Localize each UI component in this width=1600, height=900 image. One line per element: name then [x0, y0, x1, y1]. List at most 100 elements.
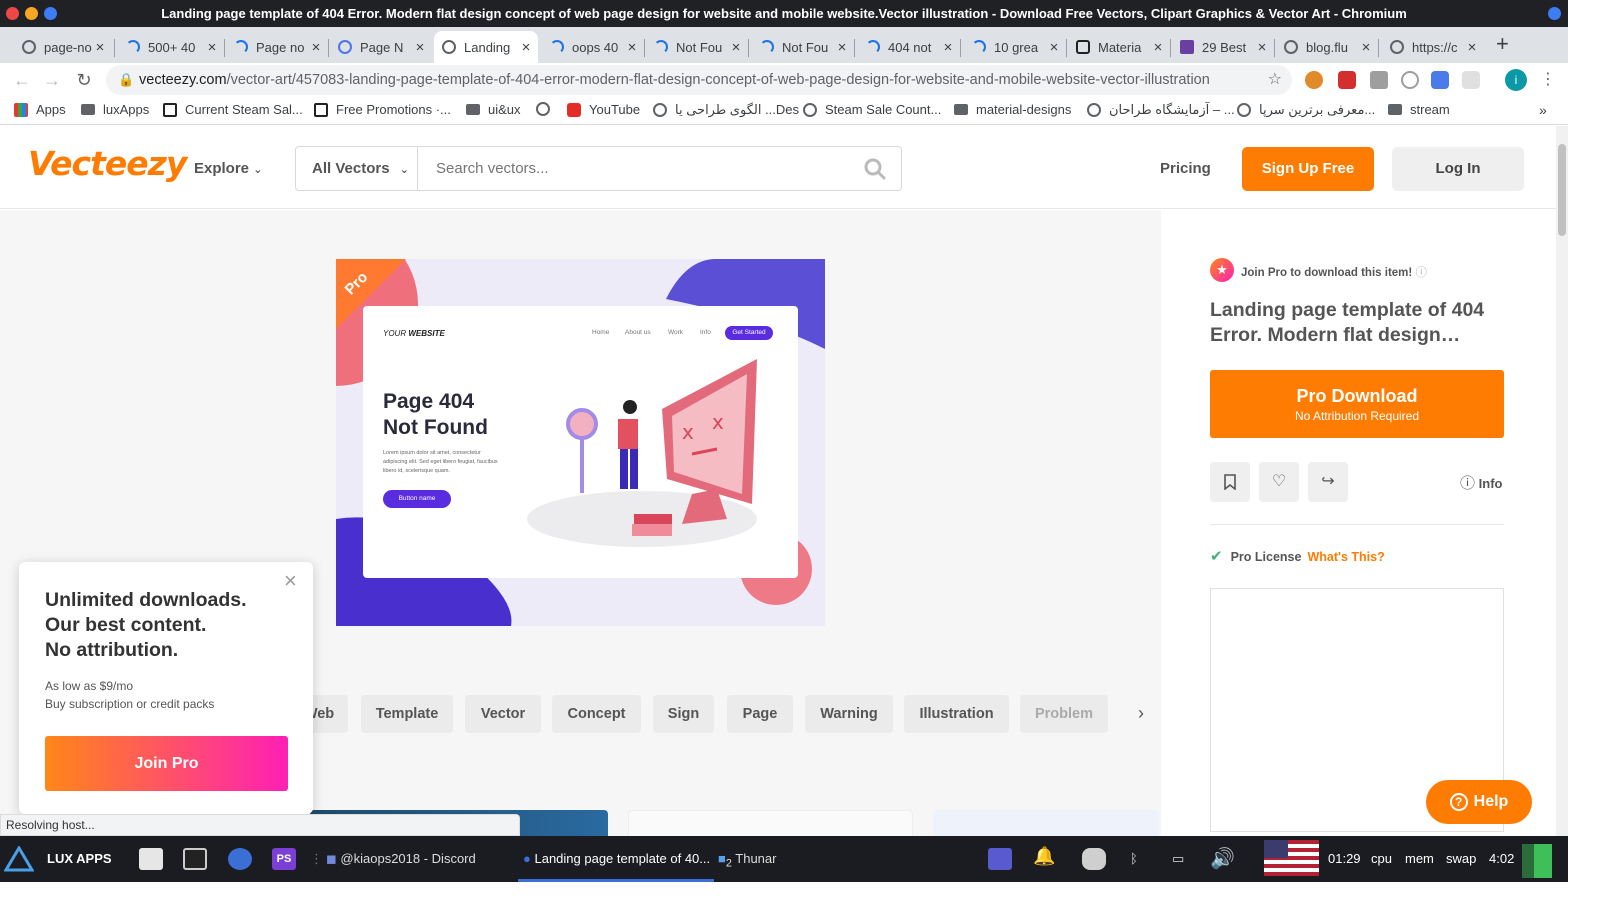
- tab[interactable]: 29 Best ×: [1172, 31, 1274, 63]
- files-icon[interactable]: [139, 848, 163, 870]
- close-tab-icon[interactable]: ×: [412, 39, 428, 56]
- app-launcher[interactable]: LUX APPS: [47, 851, 112, 866]
- window-minimize-dot[interactable]: [25, 7, 38, 20]
- bookmark[interactable]: معرفی برترین سرپا...: [1237, 102, 1375, 118]
- bookmarks-overflow-icon[interactable]: »: [1539, 102, 1547, 118]
- tag-chip[interactable]: Concept: [552, 695, 641, 733]
- reload-icon[interactable]: ↻: [72, 68, 96, 92]
- tag-chip[interactable]: Sign: [653, 695, 714, 733]
- close-tab-icon[interactable]: ×: [1254, 39, 1270, 56]
- whats-this-link[interactable]: What's This?: [1307, 550, 1384, 564]
- bookmark[interactable]: Steam Sale Count...: [803, 102, 941, 117]
- bookmark-youtube[interactable]: YouTube: [567, 102, 640, 117]
- tab[interactable]: https://c ×: [1382, 31, 1484, 63]
- tab[interactable]: 404 not ×: [858, 31, 960, 63]
- menu-icon[interactable]: ⋮: [1536, 68, 1560, 92]
- share-icon[interactable]: ↪: [1308, 462, 1348, 502]
- screenshot-icon[interactable]: [1370, 71, 1388, 89]
- us-flag-icon[interactable]: [1264, 840, 1319, 876]
- tab[interactable]: Page no ×: [226, 31, 328, 63]
- close-tab-icon[interactable]: ×: [518, 39, 534, 56]
- search-input[interactable]: [420, 147, 850, 190]
- bookmark[interactable]: [536, 102, 558, 116]
- chevron-right-icon[interactable]: ›: [1138, 703, 1144, 724]
- bookmark-star-icon[interactable]: ☆: [1263, 65, 1282, 95]
- tab-active[interactable]: Landing ×: [434, 31, 538, 63]
- tag-chip[interactable]: Illustration: [904, 695, 1009, 733]
- tab[interactable]: oops 40 ×: [542, 31, 644, 63]
- extension-icon[interactable]: [1338, 71, 1356, 89]
- log-in-button[interactable]: Log In: [1392, 147, 1524, 191]
- bookmark[interactable]: Current Steam Sal...: [163, 102, 303, 117]
- close-tab-icon[interactable]: ×: [834, 39, 850, 56]
- search-icon[interactable]: [864, 158, 886, 180]
- window-close-dot[interactable]: [6, 7, 19, 20]
- heart-icon[interactable]: ♡: [1259, 462, 1299, 502]
- terminal-icon[interactable]: [183, 848, 207, 870]
- help-circle-icon[interactable]: ⓘ: [1415, 267, 1427, 279]
- workspace-icon[interactable]: [988, 848, 1012, 870]
- pro-download-button[interactable]: Pro Download No Attribution Required: [1210, 370, 1504, 438]
- close-tab-icon[interactable]: ×: [1358, 39, 1374, 56]
- discord-tray-icon[interactable]: [1082, 848, 1106, 870]
- close-tab-icon[interactable]: ×: [92, 39, 108, 56]
- close-tab-icon[interactable]: ×: [204, 39, 220, 56]
- bookmark[interactable]: الگوی طراحی یا ...Des: [653, 102, 799, 118]
- tab[interactable]: Not Fou ×: [646, 31, 748, 63]
- related-thumbnail[interactable]: [933, 810, 1159, 836]
- extension-icon[interactable]: [1401, 71, 1419, 89]
- tag-chip[interactable]: Vector: [465, 695, 541, 733]
- related-thumbnail[interactable]: [628, 810, 913, 836]
- close-tab-icon[interactable]: ×: [1464, 39, 1480, 56]
- tab[interactable]: Materia ×: [1068, 31, 1170, 63]
- bookmark-folder[interactable]: stream: [1388, 102, 1450, 117]
- join-pro-button[interactable]: Join Pro: [45, 736, 288, 791]
- bluetooth-icon[interactable]: ᛒ: [1130, 851, 1138, 866]
- new-tab-icon[interactable]: +: [1496, 31, 1509, 57]
- close-tab-icon[interactable]: ×: [308, 39, 324, 56]
- close-icon[interactable]: ×: [284, 568, 297, 594]
- tab[interactable]: 10 grea ×: [964, 31, 1066, 63]
- bookmark-icon[interactable]: [1210, 462, 1250, 502]
- clock[interactable]: 01:29: [1328, 851, 1361, 866]
- vecteezy-logo[interactable]: Vecteezy: [28, 144, 187, 183]
- category-select[interactable]: All Vectors ⌄: [296, 147, 418, 190]
- pricing-link[interactable]: Pricing: [1160, 160, 1211, 177]
- bell-icon[interactable]: 🔔: [1033, 846, 1055, 867]
- info-button[interactable]: ⓘ Info: [1460, 472, 1502, 493]
- tab[interactable]: page-no ×: [14, 31, 112, 63]
- lux-logo-icon[interactable]: [4, 846, 34, 872]
- close-tab-icon[interactable]: ×: [940, 39, 956, 56]
- sign-up-button[interactable]: Sign Up Free: [1242, 147, 1374, 191]
- tab[interactable]: 500+ 40 ×: [118, 31, 224, 63]
- forward-icon[interactable]: →: [40, 68, 64, 92]
- bookmark-folder[interactable]: ui&ux: [466, 102, 521, 117]
- display-icon[interactable]: ▭: [1172, 851, 1184, 867]
- close-tab-icon[interactable]: ×: [624, 39, 640, 56]
- extension-icon[interactable]: [1462, 71, 1480, 89]
- volume-icon[interactable]: 🔊: [1210, 846, 1235, 871]
- tab[interactable]: Not Fou ×: [752, 31, 854, 63]
- back-icon[interactable]: ←: [10, 68, 34, 92]
- address-bar[interactable]: 🔒 vecteezy.com/vector-art/457083-landing…: [106, 65, 1292, 95]
- tag-chip[interactable]: Template: [361, 695, 453, 733]
- profile-avatar[interactable]: i: [1505, 69, 1527, 91]
- taskbar-task-discord[interactable]: ◼ @kiaops2018 - Discord: [326, 851, 476, 867]
- vector-preview-image[interactable]: Pro YOUR WEBSITE Home About us Work Info…: [336, 259, 825, 626]
- scrollbar-thumb[interactable]: [1558, 144, 1566, 236]
- close-tab-icon[interactable]: ×: [728, 39, 744, 56]
- tab[interactable]: Page N ×: [330, 31, 432, 63]
- extension-icon[interactable]: [1305, 71, 1323, 89]
- window-maximize-dot[interactable]: [44, 7, 57, 20]
- window-dot-right[interactable]: [1548, 7, 1561, 20]
- help-button[interactable]: ? Help: [1426, 780, 1532, 824]
- tag-chip[interactable]: Warning: [805, 695, 893, 733]
- bookmark-folder[interactable]: luxApps: [81, 102, 149, 117]
- close-tab-icon[interactable]: ×: [1046, 39, 1062, 56]
- tag-chip[interactable]: Page: [727, 695, 793, 733]
- chromium-icon[interactable]: [228, 848, 252, 870]
- tab[interactable]: blog.flu ×: [1276, 31, 1378, 63]
- bookmark[interactable]: آزمایشگاه طراحان – ...: [1087, 102, 1235, 118]
- bookmark-folder[interactable]: material-designs: [954, 102, 1071, 117]
- bookmark-apps[interactable]: Apps: [14, 102, 66, 117]
